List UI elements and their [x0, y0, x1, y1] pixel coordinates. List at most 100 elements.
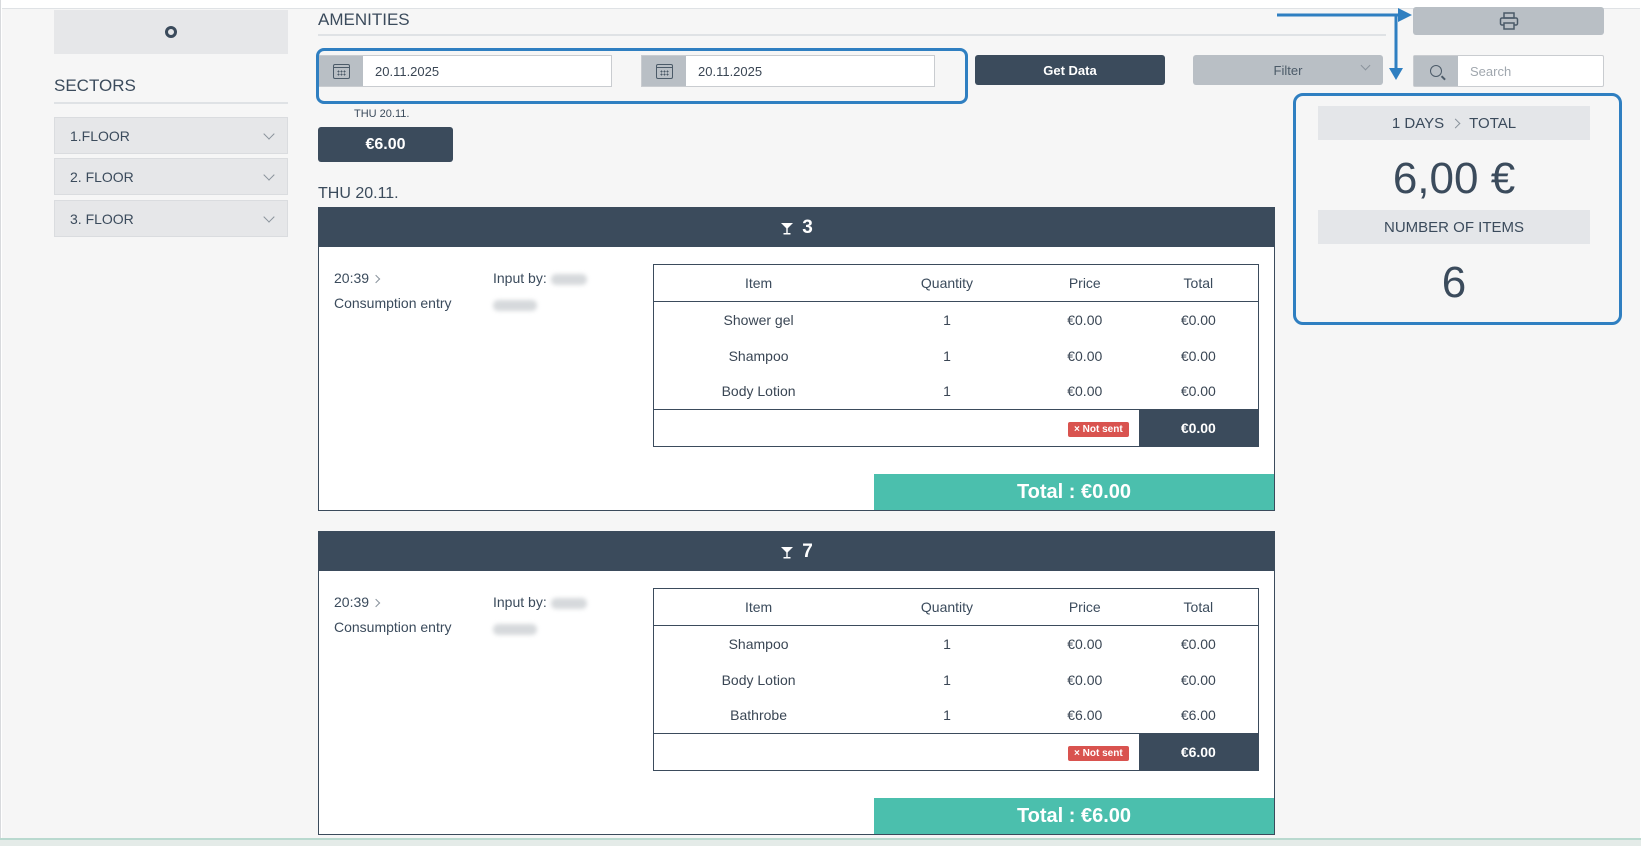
table-row: Shampoo 1 €0.00 €0.00: [654, 338, 1259, 374]
sector-label: 2. FLOOR: [70, 168, 134, 185]
table-row: Body Lotion 1 €0.00 €0.00: [654, 374, 1259, 410]
room-card-header: 3: [319, 208, 1274, 247]
cell-total: €0.00: [1180, 671, 1216, 688]
col-total-header: Total: [1138, 588, 1259, 626]
room-card: 7 20:39 Consumption entry Input by: Item…: [318, 531, 1275, 835]
sector-label: 3. FLOOR: [70, 210, 134, 227]
summary-total-label: TOTAL: [1469, 114, 1517, 132]
sector-item-1[interactable]: 1.FLOOR: [54, 117, 288, 154]
printer-icon: [1499, 12, 1518, 30]
input-by-label: Input by:: [493, 594, 547, 610]
chevron-down-icon: [1360, 60, 1371, 71]
input-by: Input by:: [493, 594, 587, 636]
status-badge: × Not sent: [1068, 422, 1129, 437]
items-table: Item Quantity Price Total Shower gel 1 €…: [653, 264, 1259, 447]
summary-items-bar: NUMBER OF ITEMS: [1318, 210, 1590, 244]
cell-total: €0.00: [1180, 383, 1216, 400]
room-card-header: 7: [319, 532, 1274, 571]
col-quantity-header: Quantity: [863, 264, 1031, 302]
table-footer-row: × Not sent €0.00: [653, 409, 1259, 447]
cell-item: Shampoo: [728, 635, 789, 652]
status-cell: × Not sent: [653, 409, 1139, 447]
summary-items-label: NUMBER OF ITEMS: [1383, 218, 1524, 236]
cell-price: €0.00: [1067, 635, 1103, 652]
items-table: Item Quantity Price Total Shampoo 1 €0.0…: [653, 588, 1259, 771]
col-total-header: Total: [1138, 264, 1259, 302]
cell-total: €0.00: [1180, 347, 1216, 364]
table-footer-row: × Not sent €6.00: [653, 733, 1259, 771]
cell-item: Shower gel: [723, 311, 794, 328]
cell-item: Body Lotion: [721, 383, 796, 400]
sector-label: 1.FLOOR: [70, 127, 130, 144]
entry-time[interactable]: 20:39: [334, 594, 381, 610]
room-card: 3 20:39 Consumption entry Input by: Item…: [318, 207, 1275, 511]
filter-label: Filter: [1273, 62, 1303, 78]
subtotal-cell: €6.00: [1138, 733, 1259, 771]
room-number: 3: [802, 216, 813, 238]
logo-box[interactable]: [54, 10, 288, 54]
col-price-header: Price: [1030, 264, 1139, 302]
cocktail-glass-icon: [781, 546, 794, 558]
cell-quantity: 1: [943, 671, 951, 688]
summary-days-bar: 1 DAYS TOTAL: [1318, 106, 1590, 140]
blurred-name: [493, 623, 537, 635]
chevron-down-icon: [263, 168, 275, 181]
day-chip-label: THU 20.11.: [354, 108, 410, 120]
cell-item: Body Lotion: [721, 671, 796, 688]
blurred-name: [493, 299, 537, 311]
get-data-button[interactable]: Get Data: [975, 55, 1165, 85]
search-button[interactable]: [1414, 56, 1458, 86]
table-row: Body Lotion 1 €0.00 €0.00: [654, 662, 1259, 698]
table-row: Shower gel 1 €0.00 €0.00: [654, 302, 1259, 338]
print-button[interactable]: [1413, 7, 1604, 35]
cell-total: €0.00: [1180, 635, 1216, 652]
bottom-bar: [0, 838, 1641, 846]
status-badge: × Not sent: [1068, 746, 1129, 761]
col-price-header: Price: [1030, 588, 1139, 626]
cell-price: €0.00: [1067, 311, 1103, 328]
cell-price: €0.00: [1067, 383, 1103, 400]
filter-dropdown[interactable]: Filter: [1193, 55, 1383, 85]
entry-time[interactable]: 20:39: [334, 270, 381, 286]
cell-quantity: 1: [943, 635, 951, 652]
input-by: Input by:: [493, 270, 587, 312]
search-box[interactable]: [1413, 55, 1604, 87]
logo-ring-icon: [165, 26, 177, 38]
page-title: AMENITIES: [318, 10, 1386, 36]
table-row: Bathrobe 1 €6.00 €6.00: [654, 698, 1259, 734]
sector-item-2[interactable]: 2. FLOOR: [54, 158, 288, 195]
chevron-right-icon: [371, 274, 381, 284]
cell-price: €0.00: [1067, 671, 1103, 688]
cell-quantity: 1: [943, 707, 951, 724]
chevron-down-icon: [263, 127, 275, 140]
day-heading: THU 20.11.: [318, 185, 399, 202]
cell-price: €6.00: [1067, 707, 1103, 724]
cell-quantity: 1: [943, 311, 951, 328]
chevron-right-icon: [371, 598, 381, 608]
entry-type: Consumption entry: [334, 619, 452, 635]
summary-total-value: 6,00 €: [1392, 154, 1516, 203]
search-icon: [1430, 65, 1442, 77]
cell-quantity: 1: [943, 383, 951, 400]
search-input[interactable]: [1458, 63, 1598, 79]
room-total: Total : €6.00: [874, 798, 1274, 834]
cocktail-glass-icon: [781, 222, 794, 234]
summary-days-label: 1 DAYS: [1391, 114, 1445, 132]
entry-type: Consumption entry: [334, 295, 452, 311]
date-range-highlight: [316, 48, 968, 104]
sectors-title: SECTORS: [54, 76, 288, 104]
cell-price: €0.00: [1067, 347, 1103, 364]
status-text: Not sent: [1082, 748, 1123, 759]
sector-item-3[interactable]: 3. FLOOR: [54, 200, 288, 237]
col-item-header: Item: [653, 264, 864, 302]
input-by-label: Input by:: [493, 270, 547, 286]
blurred-name: [550, 597, 587, 609]
table-row: Shampoo 1 €0.00 €0.00: [654, 626, 1259, 662]
room-total: Total : €0.00: [874, 474, 1274, 510]
cell-item: Shampoo: [728, 347, 789, 364]
subtotal-cell: €0.00: [1138, 409, 1259, 447]
col-item-header: Item: [653, 588, 864, 626]
chevron-right-icon: [1450, 118, 1461, 128]
day-chip[interactable]: €6.00: [318, 127, 453, 162]
status-text: Not sent: [1082, 424, 1123, 435]
